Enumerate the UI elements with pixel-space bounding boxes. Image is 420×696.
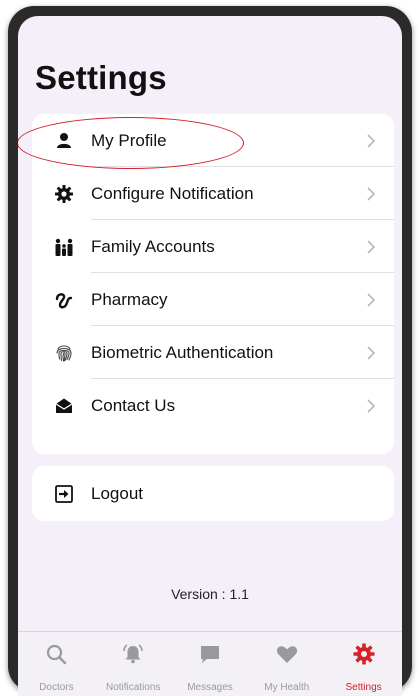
fingerprint-icon xyxy=(54,343,74,363)
tab-bar: Doctors Notifications Messages My Health… xyxy=(18,631,402,696)
menu-item-label: My Profile xyxy=(91,130,167,150)
chevron-right-icon xyxy=(366,345,376,360)
tab-label: My Health xyxy=(264,682,310,693)
menu-item-biometric-authentication[interactable]: Biometric Authentication xyxy=(32,326,394,379)
bell-icon xyxy=(121,642,145,666)
gear-icon xyxy=(54,184,74,204)
menu-item-family-accounts[interactable]: Family Accounts xyxy=(32,220,394,273)
tab-label: Messages xyxy=(187,682,233,693)
version-text: Version : 1.1 xyxy=(171,586,249,602)
menu-item-label: Contact Us xyxy=(91,395,176,415)
menu-item-configure-notification[interactable]: Configure Notification xyxy=(32,167,394,220)
menu-item-my-profile[interactable]: My Profile xyxy=(18,114,394,169)
tab-my-health[interactable]: My Health xyxy=(248,632,325,696)
page-title: Settings xyxy=(35,59,167,96)
tab-label: Doctors xyxy=(39,682,74,693)
family-icon xyxy=(54,237,74,257)
logout-icon xyxy=(54,484,74,504)
search-icon xyxy=(44,642,68,666)
logout-button[interactable]: Logout xyxy=(32,466,394,521)
settings-screen: Settings My Profile Configure Notificati… xyxy=(18,16,402,696)
chevron-right-icon xyxy=(366,292,376,307)
chevron-right-icon xyxy=(366,398,376,413)
tab-label: Settings xyxy=(345,682,382,693)
tab-label: Notifications xyxy=(105,682,161,693)
menu-item-pharmacy[interactable]: Pharmacy xyxy=(32,273,394,326)
chat-icon xyxy=(198,642,222,666)
envelope-open-icon xyxy=(54,396,74,416)
tab-notifications[interactable]: Notifications xyxy=(95,632,172,696)
person-icon xyxy=(54,131,74,151)
logout-row: Logout xyxy=(32,467,394,520)
menu-item-label: Biometric Authentication xyxy=(91,342,274,362)
logout-label: Logout xyxy=(91,483,143,503)
heart-icon xyxy=(275,642,299,666)
menu-item-label: Family Accounts xyxy=(91,236,215,256)
tab-messages[interactable]: Messages xyxy=(172,632,249,696)
chevron-right-icon xyxy=(366,239,376,254)
gear-icon xyxy=(352,642,376,666)
chevron-right-icon xyxy=(366,133,376,148)
menu-item-contact-us[interactable]: Contact Us xyxy=(32,379,394,432)
chevron-right-icon xyxy=(366,186,376,201)
tab-doctors[interactable]: Doctors xyxy=(18,632,95,696)
settings-menu-card: My Profile Configure Notification Family… xyxy=(18,114,394,454)
tab-settings[interactable]: Settings xyxy=(325,632,402,696)
pharmacy-icon xyxy=(54,290,74,310)
menu-item-label: Pharmacy xyxy=(91,289,168,309)
menu-item-label: Configure Notification xyxy=(91,183,254,203)
